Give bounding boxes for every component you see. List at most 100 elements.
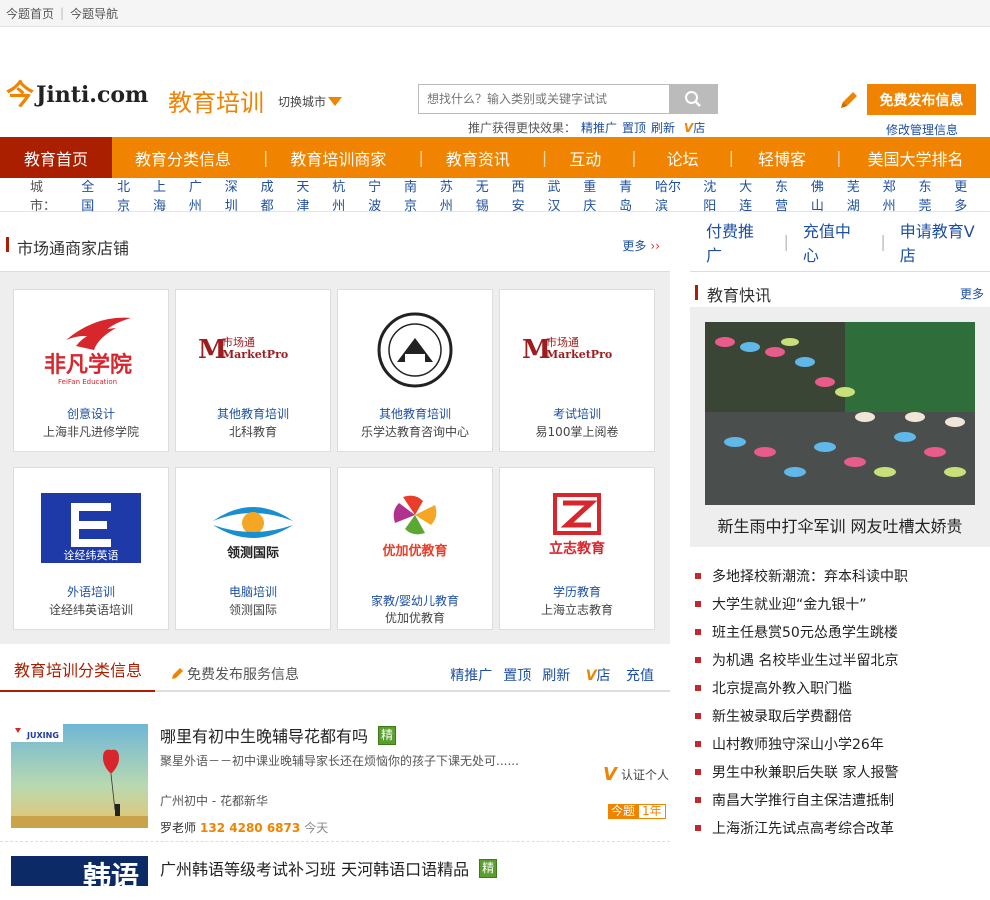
shop-logo-text: 诠经纬英语 [64,548,119,562]
manage-info-link[interactable]: 修改管理信息 [886,121,958,138]
city-link[interactable]: 深圳 [225,176,250,214]
listing-title[interactable]: 广州韩语等级考试补习班 天河韩语口语精品精 [160,856,498,880]
nav-us-university-ranking[interactable]: 美国大学排名 [867,137,963,178]
news-item[interactable]: 多地择校新潮流：弃本科读中职 [690,562,990,590]
nav-light-blog[interactable]: 轻博客 [758,137,806,178]
promo-vdian[interactable]: V店 [684,121,705,135]
news-item[interactable]: 为机遇 名校毕业生过半留北京 [690,646,990,674]
nav-edu-home[interactable]: 教育首页 [0,137,113,178]
shops-grid: 非凡学院 FeiFan Education 创意设计 上海非凡进修学院 M 市场… [13,289,673,645]
shop-name: 上海立志教育 [540,603,613,617]
city-link[interactable]: 沈阳 [703,176,728,214]
city-link[interactable]: 东营 [775,176,800,214]
city-label: 城市： [30,179,57,214]
shop-card[interactable]: 领测国际 电脑培训 领测国际 [175,467,331,630]
shop-logo: 立志教育 [522,485,632,570]
top-nav-link[interactable]: 今题导航 [70,5,118,22]
nav-interact[interactable]: 互动 [569,137,601,178]
city-link[interactable]: 上海 [153,176,178,214]
tool-vdian[interactable]: V店 [586,668,611,684]
city-link[interactable]: 武汉 [547,176,572,214]
shop-card[interactable]: 非凡学院 FeiFan Education 创意设计 上海非凡进修学院 [13,289,169,452]
city-link[interactable]: 西安 [512,176,537,214]
city-link[interactable]: 东莞 [918,176,943,214]
news-item[interactable]: 山村教师独守深山小学26年 [690,730,990,758]
city-link[interactable]: 宁波 [368,176,393,214]
listing-thumbnail[interactable]: JUXING [11,724,148,828]
tool-shuaxin[interactable]: 刷新 [542,668,570,684]
tab-edu-classified[interactable]: 教育培训分类信息 [0,656,155,692]
tab-free-publish[interactable]: 免费发布服务信息 [170,664,299,684]
shop-card[interactable]: M 市场通 MarketPro 考试培训 易100掌上阅卷 [499,289,655,452]
city-link[interactable]: 广州 [189,176,214,214]
nav-edu-news[interactable]: 教育资讯 [446,137,510,178]
top-home-link[interactable]: 今题首页 [6,5,54,22]
city-link[interactable]: 大连 [739,176,764,214]
shop-card[interactable]: M 市场通 MarketPro 其他教育培训 北科教育 [175,289,331,452]
search-input[interactable] [419,85,669,113]
listing-thumbnail[interactable]: 韩语 [11,856,148,886]
shop-card[interactable]: 立志教育 学历教育 上海立志教育 [499,467,655,630]
city-link[interactable]: 全国 [81,176,106,214]
news-item[interactable]: 男生中秋兼职后失联 家人报警 [690,758,990,786]
news-feature-image[interactable] [705,322,975,505]
membership-years: 1年 [638,804,666,819]
shops-more-link[interactable]: 更多 ›› [622,237,660,254]
shop-logo: M 市场通 MarketPro [198,307,308,392]
tab-free-publish-label: 免费发布服务信息 [187,667,299,683]
nav-forum[interactable]: 论坛 [667,137,699,178]
news-item[interactable]: 北京提高外教入职门槛 [690,674,990,702]
recharge-center-link[interactable]: 充值中心 [789,218,881,266]
news-item[interactable]: 南昌大学推行自主保洁遭抵制 [690,786,990,814]
shop-name: 优加优教育 [384,611,445,625]
section-marker [695,285,698,300]
shop-logo: 领测国际 [198,485,308,570]
nav-edu-merchants[interactable]: 教育培训商家 [290,137,386,178]
search-button[interactable] [669,85,717,113]
tool-jingtuiguang[interactable]: 精推广 [450,668,492,684]
tool-vdian-label: 店 [596,668,611,684]
shop-card[interactable]: 优加优教育 家教/婴幼儿教育 优加优教育 [337,467,493,630]
city-link[interactable]: 哈尔滨 [655,176,692,214]
city-link[interactable]: 成都 [261,176,286,214]
city-link[interactable]: 青岛 [619,176,644,214]
city-link[interactable]: 杭州 [332,176,357,214]
city-link[interactable]: 北京 [117,176,142,214]
shop-logo-cn: 市场通 [546,335,579,349]
city-more-link[interactable]: 更多 [954,176,979,214]
city-link[interactable]: 无锡 [476,176,501,214]
apply-vstore-link[interactable]: 申请教育V店 [886,218,990,266]
city-link[interactable]: 南京 [404,176,429,214]
city-link[interactable]: 芜湖 [847,176,872,214]
shop-card[interactable]: 诠经纬英语 外语培训 诠经纬英语培训 [13,467,169,630]
shop-card[interactable]: 其他教育培训 乐学达教育咨询中心 [337,289,493,452]
news-item[interactable]: 新生被录取后学费翻倍 [690,702,990,730]
news-item-title: 山村教师独守深山小学26年 [712,737,884,753]
nav-separator: | [728,148,735,167]
promo-shuaxin[interactable]: 刷新 [651,121,675,135]
city-link[interactable]: 重庆 [583,176,608,214]
city-switch[interactable]: 切换城市 [278,93,343,110]
listing-title[interactable]: 哪里有初中生晚辅导花都有吗精 [160,723,397,747]
shop-category: 学历教育 [552,585,601,599]
promo-jingtuiguang[interactable]: 精推广 [581,121,617,135]
city-link[interactable]: 苏州 [440,176,465,214]
city-link[interactable]: 天津 [296,176,321,214]
city-link[interactable]: 郑州 [883,176,908,214]
nav-separator: | [631,148,637,167]
tool-zhiding[interactable]: 置顶 [503,668,531,684]
city-link[interactable]: 佛山 [811,176,836,214]
nav-edu-classified[interactable]: 教育分类信息 [135,137,231,178]
promo-zhiding[interactable]: 置顶 [622,121,646,135]
news-item[interactable]: 上海浙江先试点高考综合改革 [690,814,990,842]
site-logo[interactable]: 今 Jinti.com [6,81,148,109]
promo-links: 推广获得更快效果： 精推广 置顶 刷新 V店 [468,119,705,136]
listing-tool-links: 精推广 置顶 刷新 V店 充值 [450,665,654,685]
news-item[interactable]: 班主任悬赏50元怂恿学生跳楼 [690,618,990,646]
news-item[interactable]: 大学生就业迎“金九银十” [690,590,990,618]
tool-recharge[interactable]: 充值 [626,668,654,684]
news-more-link[interactable]: 更多 [960,285,984,302]
bullet-icon [695,825,701,831]
free-publish-button[interactable]: 免费发布信息 [867,84,976,115]
paid-promotion-link[interactable]: 付费推广 [690,218,784,266]
